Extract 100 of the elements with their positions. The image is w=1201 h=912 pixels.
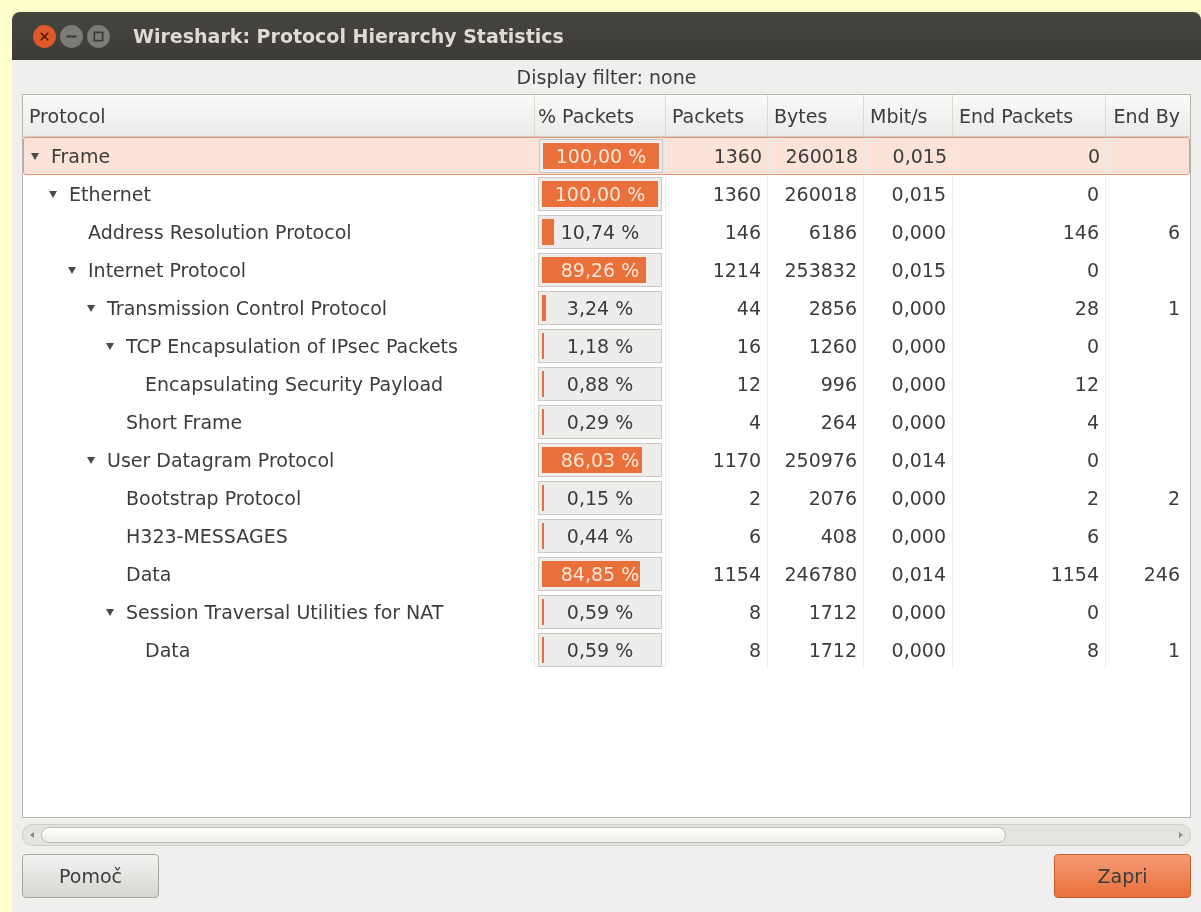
display-filter-label: Display filter: none — [516, 65, 697, 90]
help-button[interactable]: Pomoč — [22, 854, 159, 898]
mbits-value: 0,000 — [891, 487, 946, 509]
protocol-name: Ethernet — [69, 183, 151, 205]
end-packets-value: 0 — [1086, 601, 1099, 623]
bytes-value: 1712 — [808, 601, 857, 623]
minimize-icon[interactable] — [59, 23, 84, 49]
horizontal-scrollbar[interactable] — [22, 824, 1191, 846]
table-row[interactable]: Encapsulating Security Payload 0,88 % 12 996 0,000 12 — [23, 365, 1190, 403]
protocol-name: Session Traversal Utilities for NAT — [126, 601, 444, 623]
mbits-value: 0,000 — [891, 601, 946, 623]
maximize-icon[interactable] — [86, 23, 111, 49]
window-title: Wireshark: Protocol Hierarchy Statistics — [133, 25, 564, 47]
protocol-name: Data — [145, 639, 191, 661]
expander-icon[interactable] — [86, 455, 96, 465]
end-packets-value: 12 — [1074, 373, 1099, 395]
mbits-value: 0,015 — [891, 183, 946, 205]
bytes-value: 996 — [820, 373, 857, 395]
table-row[interactable]: Session Traversal Utilities for NAT 0,59 % 8 1712 0,000 0 — [23, 593, 1190, 631]
mbits-value: 0,015 — [891, 259, 946, 281]
packets-value: 16 — [736, 335, 761, 357]
protocol-name: Short Frame — [126, 411, 243, 433]
percent-text: 100,00 % — [555, 145, 647, 167]
close-button[interactable]: Zapri — [1054, 854, 1191, 898]
percent-text: 0,44 % — [566, 525, 634, 547]
table-row[interactable]: User Datagram Protocol 86,03 % 1170 250976 0,014 0 — [23, 441, 1190, 479]
end-packets-value: 4 — [1086, 411, 1099, 433]
table-row[interactable]: H323-MESSAGES 0,44 % 6 408 0,000 6 — [23, 517, 1190, 555]
column-header[interactable]: Protocol — [23, 95, 535, 136]
percent-text: 3,24 % — [566, 297, 634, 319]
percent-text: 10,74 % — [560, 221, 640, 243]
expander-icon[interactable] — [86, 303, 96, 313]
packets-value: 4 — [748, 411, 761, 433]
percent-text: 1,18 % — [566, 335, 634, 357]
end-packets-value: 0 — [1086, 183, 1099, 205]
packets-value: 146 — [724, 221, 761, 243]
end-bytes-value: 1 — [1167, 639, 1180, 661]
column-header[interactable]: Packets — [666, 95, 768, 136]
end-packets-value: 2 — [1086, 487, 1099, 509]
scrollbar-thumb[interactable] — [41, 827, 1006, 843]
table-row[interactable]: Data 84,85 % 1154 246780 0,014 1154 246 — [23, 555, 1190, 593]
end-packets-value: 6 — [1086, 525, 1099, 547]
packets-value: 12 — [736, 373, 761, 395]
table-row[interactable]: Data 0,59 % 8 1712 0,000 8 1 — [23, 631, 1190, 669]
mbits-value: 0,000 — [891, 335, 946, 357]
expander-icon[interactable] — [67, 265, 77, 275]
packets-value: 1170 — [712, 449, 761, 471]
percent-text: 100,00 % — [554, 183, 646, 205]
column-header[interactable]: % Packets — [535, 95, 666, 136]
table-row[interactable]: Ethernet 100,00 % 1360 260018 0,015 0 — [23, 175, 1190, 213]
percent-text: 0,15 % — [566, 487, 634, 509]
protocol-name: Bootstrap Protocol — [126, 487, 302, 509]
mbits-value: 0,000 — [891, 525, 946, 547]
expander-icon[interactable] — [30, 151, 40, 161]
packets-value: 2 — [748, 487, 761, 509]
column-header[interactable]: End Packets — [953, 95, 1106, 136]
bytes-value: 2076 — [808, 487, 857, 509]
mbits-value: 0,000 — [891, 221, 946, 243]
percent-text: 0,59 % — [566, 639, 634, 661]
table-row[interactable]: Frame 100,00 % 1360 260018 0,015 0 — [23, 137, 1190, 175]
mbits-value: 0,014 — [891, 449, 946, 471]
protocol-name: Data — [126, 563, 172, 585]
packets-value: 1214 — [712, 259, 761, 281]
table-row[interactable]: Address Resolution Protocol 10,74 % 146 6186 0,000 146 6 — [23, 213, 1190, 251]
packets-value: 44 — [736, 297, 761, 319]
percent-text: 89,26 % — [560, 259, 640, 281]
protocol-name: Address Resolution Protocol — [88, 221, 352, 243]
bytes-value: 408 — [820, 525, 857, 547]
end-packets-value: 0 — [1086, 259, 1099, 281]
percent-text: 0,29 % — [566, 411, 634, 433]
expander-icon[interactable] — [48, 189, 58, 199]
bytes-value: 264 — [820, 411, 857, 433]
percent-text: 86,03 % — [560, 449, 640, 471]
end-packets-value: 8 — [1086, 639, 1099, 661]
end-bytes-value: 246 — [1143, 563, 1180, 585]
end-packets-value: 0 — [1087, 145, 1100, 167]
expander-icon[interactable] — [105, 341, 115, 351]
protocol-name: Frame — [51, 145, 111, 167]
mbits-value: 0,000 — [891, 639, 946, 661]
column-header[interactable]: Bytes — [768, 95, 864, 136]
bytes-value: 260018 — [785, 145, 858, 167]
bytes-value: 246780 — [784, 563, 857, 585]
mbits-value: 0,015 — [892, 145, 947, 167]
column-header[interactable]: End By — [1106, 95, 1186, 136]
table-row[interactable]: Bootstrap Protocol 0,15 % 2 2076 0,000 2 2 — [23, 479, 1190, 517]
table-row[interactable]: Internet Protocol 89,26 % 1214 253832 0,015 0 — [23, 251, 1190, 289]
column-header[interactable]: Mbit/s — [864, 95, 953, 136]
table-row[interactable]: Short Frame 0,29 % 4 264 0,000 4 — [23, 403, 1190, 441]
end-bytes-value: 6 — [1167, 221, 1180, 243]
expander-icon[interactable] — [105, 607, 115, 617]
table-row[interactable]: TCP Encapsulation of IPsec Packets 1,18 % 16 1260 0,000 0 — [23, 327, 1190, 365]
mbits-value: 0,014 — [891, 563, 946, 585]
close-icon[interactable] — [32, 23, 57, 49]
table-row[interactable]: Transmission Control Protocol 3,24 % 44 2856 0,000 28 1 — [23, 289, 1190, 327]
protocol-name: Encapsulating Security Payload — [145, 373, 444, 395]
mbits-value: 0,000 — [891, 373, 946, 395]
percent-text: 0,88 % — [566, 373, 634, 395]
packets-value: 1360 — [713, 145, 762, 167]
protocol-name: Internet Protocol — [88, 259, 247, 281]
bytes-value: 250976 — [784, 449, 857, 471]
